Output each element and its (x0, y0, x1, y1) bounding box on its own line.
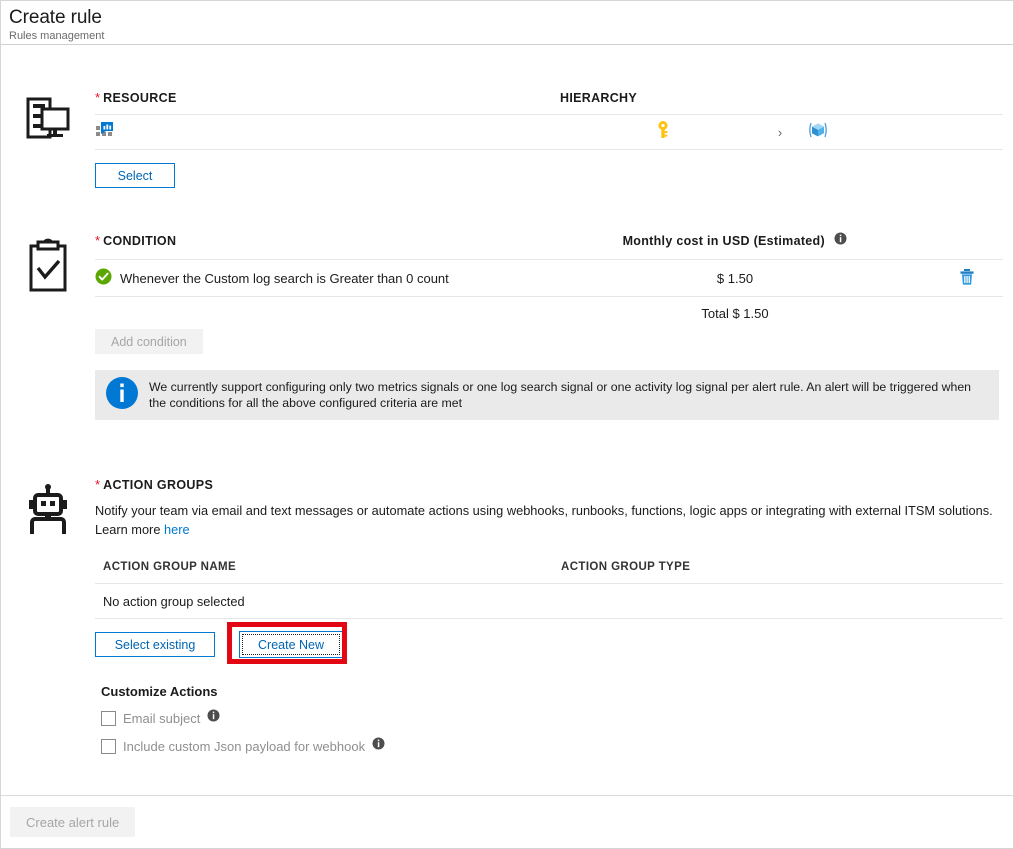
trash-icon[interactable] (959, 268, 975, 289)
page-content: * RESOURCE HIERARCHY › Select * CONDITIO… (1, 89, 1013, 755)
info-circle-icon[interactable] (834, 232, 847, 250)
action-groups-label-group: * ACTION GROUPS (95, 478, 1003, 492)
condition-text-cell: Whenever the Custom log search is Greate… (95, 268, 560, 288)
customize-actions-title: Customize Actions (101, 684, 218, 700)
select-existing-button[interactable]: Select existing (95, 632, 215, 658)
page-footer: Create alert rule (1, 795, 1013, 848)
resource-label-group: * RESOURCE (95, 91, 560, 105)
resource-group-cube-icon (807, 120, 829, 145)
key-icon (654, 120, 672, 145)
condition-section: * CONDITION Monthly cost in USD (Estimat… (1, 232, 1013, 421)
green-check-icon (95, 268, 112, 288)
create-new-wrapper: Create New (227, 622, 347, 665)
page-title: Create rule (9, 7, 102, 28)
condition-body: * CONDITION Monthly cost in USD (Estimat… (95, 232, 1013, 421)
condition-label: CONDITION (103, 234, 177, 249)
condition-delete-cell (910, 268, 1003, 289)
page-header: Create rule Rules management (1, 1, 1013, 45)
resource-row[interactable]: › (95, 114, 1003, 150)
info-banner: We currently support configuring only tw… (95, 370, 999, 421)
info-circle-icon[interactable] (372, 737, 385, 755)
condition-gutter (1, 232, 95, 299)
subscription-cell (560, 120, 765, 145)
hierarchy-separator: › (765, 125, 795, 140)
info-circle-icon (105, 376, 139, 415)
json-payload-checkbox[interactable] (101, 738, 116, 754)
action-groups-description-text: Notify your team via email and text mess… (95, 503, 993, 538)
column-header-action-group-type: ACTION GROUP TYPE (561, 561, 691, 574)
required-asterisk: * (95, 90, 101, 105)
action-groups-body: * ACTION GROUPS Notify your team via ema… (95, 478, 1013, 755)
server-monitor-icon (25, 95, 71, 148)
monthly-cost-header-text: Monthly cost in USD (Estimated) (622, 234, 825, 249)
action-groups-empty-row: No action group selected (95, 583, 1003, 620)
log-analytics-workspace-icon (95, 120, 115, 145)
clipboard-check-icon (25, 238, 71, 299)
action-groups-gutter (1, 478, 95, 541)
action-groups-section: * ACTION GROUPS Notify your team via ema… (1, 478, 1013, 755)
column-header-action-group-name: ACTION GROUP NAME (103, 561, 237, 574)
hierarchy-header: HIERARCHY (560, 91, 638, 105)
checkbox-row-email-subject: Email subject (95, 709, 1003, 727)
condition-row[interactable]: Whenever the Custom log search is Greate… (95, 259, 1003, 298)
condition-label-group: * CONDITION (95, 234, 560, 248)
chevron-right-icon: › (777, 124, 783, 140)
total-cell: Total $ 1.50 (560, 306, 910, 321)
resource-name-cell (95, 120, 560, 145)
create-new-button[interactable]: Create New (239, 631, 343, 659)
action-groups-description: Notify your team via email and text mess… (95, 501, 1003, 539)
robot-icon (23, 484, 73, 541)
info-circle-icon[interactable] (207, 709, 220, 727)
info-banner-text: We currently support configuring only tw… (149, 380, 972, 411)
add-condition-button[interactable]: Add condition (95, 329, 203, 355)
select-resource-button[interactable]: Select (95, 163, 175, 188)
info-banner-icon-wrap (95, 370, 149, 420)
condition-header-row: * CONDITION Monthly cost in USD (Estimat… (95, 232, 1003, 250)
email-subject-checkbox[interactable] (101, 710, 116, 726)
checkbox-row-json-payload: Include custom Json payload for webhook (95, 737, 1003, 755)
resource-header-row: * RESOURCE HIERARCHY (95, 89, 1003, 105)
action-groups-table-header: ACTION GROUP NAME ACTION GROUP TYPE (95, 561, 1003, 573)
action-groups-buttons: Select existing Create New (95, 622, 1003, 665)
condition-description: Whenever the Custom log search is Greate… (120, 270, 449, 286)
resource-label: RESOURCE (103, 91, 177, 105)
page-subtitle: Rules management (9, 30, 105, 42)
monthly-cost-header: Monthly cost in USD (Estimated) (560, 232, 910, 250)
total-label: Total (701, 305, 729, 321)
required-asterisk: * (95, 477, 101, 493)
total-value: $ 1.50 (732, 305, 769, 321)
condition-cost: $ 1.50 (716, 270, 754, 286)
action-groups-label: ACTION GROUPS (103, 478, 214, 493)
resource-group-cell (795, 120, 829, 145)
resource-section: * RESOURCE HIERARCHY › Select (1, 89, 1013, 188)
resource-body: * RESOURCE HIERARCHY › Select (95, 89, 1013, 188)
condition-total-row: Total $ 1.50 (95, 297, 1003, 329)
learn-more-link[interactable]: here (164, 522, 190, 537)
create-rule-page: Create rule Rules management * RESOURCE … (0, 0, 1014, 849)
required-asterisk: * (95, 233, 101, 249)
json-payload-label: Include custom Json payload for webhook (123, 738, 366, 754)
email-subject-label: Email subject (123, 710, 201, 726)
create-alert-rule-button[interactable]: Create alert rule (10, 807, 136, 837)
resource-gutter (1, 89, 95, 148)
